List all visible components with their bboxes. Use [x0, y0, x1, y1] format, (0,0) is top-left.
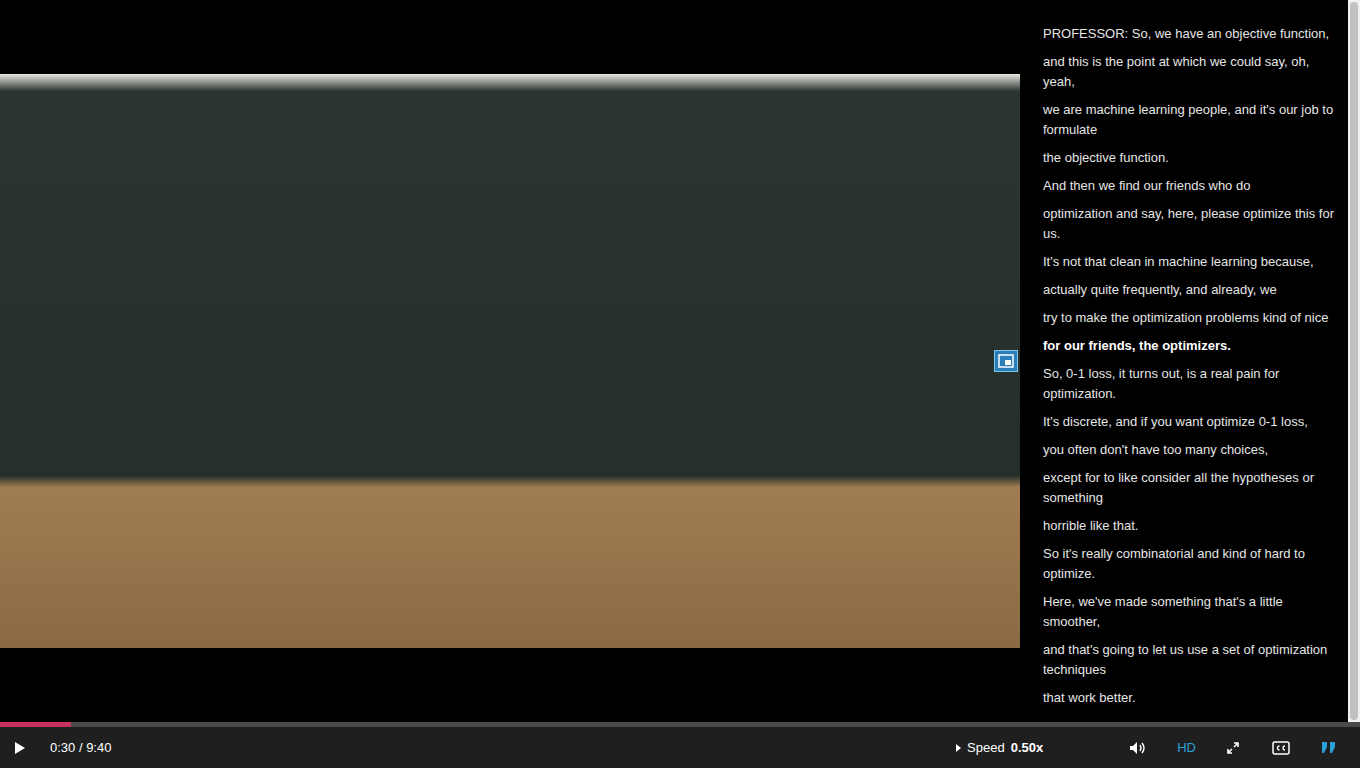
speed-arrow-icon [956, 744, 961, 752]
popout-icon [998, 354, 1014, 368]
transcript-line[interactable]: It's discrete, and if you want optimize … [1043, 408, 1334, 436]
transcript-line[interactable]: optimization and say, here, please optim… [1043, 200, 1334, 248]
transcript-line[interactable]: And then we find our friends who do [1043, 172, 1334, 200]
transcript-line[interactable]: So, 0-1 loss, it turns out, is a real pa… [1043, 360, 1334, 408]
transcript-line[interactable]: and that's going to let us use a set of … [1043, 636, 1334, 684]
play-icon [14, 741, 26, 755]
captions-icon [1272, 741, 1290, 755]
video-area [0, 0, 1020, 722]
control-bar: 0:30 / 9:40 Speed 0.50x HD [0, 727, 1360, 768]
speed-button[interactable]: Speed 0.50x [948, 736, 1051, 759]
popout-button[interactable] [994, 350, 1018, 372]
transcript-list: PROFESSOR: So, we have an objective func… [1020, 0, 1348, 712]
fullscreen-button[interactable] [1218, 737, 1248, 759]
fullscreen-icon [1226, 741, 1240, 755]
transcript-line[interactable]: try to make the optimization problems ki… [1043, 304, 1334, 332]
transcript-line[interactable]: and this is the point at which we could … [1043, 48, 1334, 96]
transcript-line[interactable]: for our friends, the optimizers. [1043, 332, 1334, 360]
transcript-line[interactable]: that work better. [1043, 684, 1334, 712]
speed-value: 0.50x [1011, 740, 1044, 755]
transcript-line[interactable]: Here, we've made something that's a litt… [1043, 588, 1334, 636]
transcript-line[interactable]: except for to like consider all the hypo… [1043, 464, 1334, 512]
transcript-line[interactable]: we are machine learning people, and it's… [1043, 96, 1334, 144]
transcript-panel: PROFESSOR: So, we have an objective func… [1020, 0, 1348, 722]
transcript-line[interactable]: the objective function. [1043, 144, 1334, 172]
captions-button[interactable] [1264, 737, 1298, 759]
transcript-line[interactable]: It's not that clean in machine learning … [1043, 248, 1334, 276]
hd-button[interactable]: HD [1169, 736, 1204, 759]
speed-label: Speed [967, 740, 1005, 755]
transcript-line[interactable]: you often don't have too many choices, [1043, 436, 1334, 464]
video-player: PROFESSOR: So, we have an objective func… [0, 0, 1360, 768]
transcript-line[interactable]: PROFESSOR: So, we have an objective func… [1043, 20, 1334, 48]
transcript-line[interactable]: actually quite frequently, and already, … [1043, 276, 1334, 304]
quote-icon [1322, 742, 1336, 754]
transcript-button[interactable] [1314, 738, 1344, 758]
player-main: PROFESSOR: So, we have an objective func… [0, 0, 1360, 722]
volume-button[interactable] [1121, 737, 1155, 759]
volume-icon [1129, 741, 1147, 755]
play-button[interactable] [12, 737, 34, 759]
transcript-line[interactable]: So it's really combinatorial and kind of… [1043, 540, 1334, 588]
video-frame[interactable] [0, 74, 1020, 648]
time-display: 0:30 / 9:40 [50, 740, 111, 755]
scrollbar[interactable] [1348, 0, 1360, 722]
scrollbar-thumb[interactable] [1350, 2, 1358, 720]
transcript-line[interactable]: horrible like that. [1043, 512, 1334, 540]
